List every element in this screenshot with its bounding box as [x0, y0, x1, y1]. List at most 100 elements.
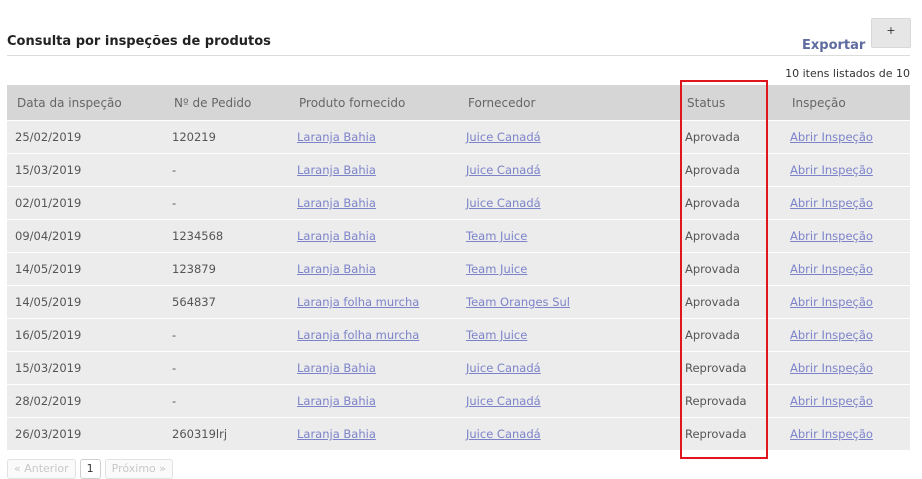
table-row: 14/05/2019 564837 Laranja folha murcha Team… — [7, 285, 910, 319]
product-link[interactable]: Laranja Bahia — [297, 130, 376, 144]
column-header-product[interactable]: Produto fornecido — [289, 85, 458, 121]
table-row: 15/03/2019- Laranja Bahia Juice Canadá Apro… — [7, 153, 910, 187]
column-header-date[interactable]: Data da inspeção — [7, 85, 164, 121]
product-link[interactable]: Laranja Bahia — [297, 163, 376, 177]
supplier-link[interactable]: Juice Canadá — [466, 130, 541, 144]
column-header-order[interactable]: Nº de Pedido — [164, 85, 289, 121]
inspection-date-cell: 02/01/2019 — [7, 186, 164, 220]
product-link[interactable]: Laranja Bahia — [297, 427, 376, 441]
open-inspection-link[interactable]: Abrir Inspeção — [790, 394, 873, 408]
product-link[interactable]: Laranja Bahia — [297, 262, 376, 276]
open-inspection-link[interactable]: Abrir Inspeção — [790, 163, 873, 177]
pagination: « Anterior 1 Próximo » — [7, 459, 173, 479]
open-inspection-cell: Abrir Inspeção — [782, 318, 910, 352]
supplier-cell: Juice Canadá — [458, 120, 677, 154]
product-cell: Laranja Bahia — [289, 384, 458, 418]
status-cell: Aprovada — [677, 252, 782, 286]
page-title: Consulta por inspeções de produtos — [7, 34, 271, 49]
supplier-link[interactable]: Juice Canadá — [466, 394, 541, 408]
table-row: 14/05/2019 123879 Laranja Bahia Team Juice A… — [7, 252, 910, 286]
inspection-date-cell: 16/05/2019 — [7, 318, 164, 352]
product-link[interactable]: Laranja folha murcha — [297, 295, 419, 309]
column-header-status[interactable]: Status — [677, 85, 782, 121]
supplier-cell: Team Juice — [458, 318, 677, 352]
open-inspection-cell: Abrir Inspeção — [782, 384, 910, 418]
supplier-link[interactable]: Juice Canadá — [466, 163, 541, 177]
open-inspection-cell: Abrir Inspeção — [782, 351, 910, 385]
supplier-cell: Juice Canadá — [458, 417, 677, 450]
inspection-date-cell: 09/04/2019 — [7, 219, 164, 253]
open-inspection-link[interactable]: Abrir Inspeção — [790, 328, 873, 342]
table-row: 28/02/2019- Laranja Bahia Juice Canadá Repr… — [7, 384, 910, 418]
order-number-cell: 120219 — [164, 120, 289, 154]
supplier-link[interactable]: Team Oranges Sul — [466, 295, 570, 309]
status-cell: Aprovada — [677, 219, 782, 253]
order-number-cell: 564837 — [164, 285, 289, 319]
table-row: 16/05/2019- Laranja folha murcha Team Juic… — [7, 318, 910, 352]
add-button[interactable]: + — [871, 18, 911, 48]
order-number-cell: - — [164, 153, 289, 187]
title-divider — [7, 55, 910, 56]
table-row: 15/03/2019- Laranja Bahia Juice Canadá Repr… — [7, 351, 910, 385]
current-page-button[interactable]: 1 — [79, 459, 101, 479]
column-header-inspection[interactable]: Inspeção — [782, 85, 910, 121]
product-cell: Laranja Bahia — [289, 153, 458, 187]
inspection-date-cell: 15/03/2019 — [7, 351, 164, 385]
supplier-link[interactable]: Juice Canadá — [466, 427, 541, 441]
status-cell: Reprovada — [677, 351, 782, 385]
supplier-link[interactable]: Team Juice — [466, 229, 527, 243]
supplier-cell: Juice Canadá — [458, 153, 677, 187]
status-cell: Aprovada — [677, 318, 782, 352]
product-link[interactable]: Laranja Bahia — [297, 196, 376, 210]
supplier-link[interactable]: Juice Canadá — [466, 196, 541, 210]
product-cell: Laranja Bahia — [289, 219, 458, 253]
items-count: 10 itens listados de 10 — [785, 67, 910, 80]
order-number-cell: - — [164, 384, 289, 418]
open-inspection-link[interactable]: Abrir Inspeção — [790, 427, 873, 441]
supplier-cell: Team Juice — [458, 252, 677, 286]
product-link[interactable]: Laranja Bahia — [297, 394, 376, 408]
open-inspection-cell: Abrir Inspeção — [782, 186, 910, 220]
status-cell: Aprovada — [677, 285, 782, 319]
table-row: 09/04/2019 1234568 Laranja Bahia Team Juice… — [7, 219, 910, 253]
open-inspection-cell: Abrir Inspeção — [782, 285, 910, 319]
open-inspection-cell: Abrir Inspeção — [782, 252, 910, 286]
open-inspection-link[interactable]: Abrir Inspeção — [790, 361, 873, 375]
supplier-cell: Juice Canadá — [458, 351, 677, 385]
next-page-button[interactable]: Próximo » — [104, 459, 173, 479]
open-inspection-link[interactable]: Abrir Inspeção — [790, 229, 873, 243]
status-cell: Aprovada — [677, 153, 782, 187]
open-inspection-link[interactable]: Abrir Inspeção — [790, 262, 873, 276]
order-number-cell: - — [164, 186, 289, 220]
inspection-date-cell: 28/02/2019 — [7, 384, 164, 418]
supplier-cell: Juice Canadá — [458, 384, 677, 418]
open-inspection-link[interactable]: Abrir Inspeção — [790, 295, 873, 309]
column-header-supplier[interactable]: Fornecedor — [458, 85, 677, 121]
product-link[interactable]: Laranja Bahia — [297, 229, 376, 243]
order-number-cell: - — [164, 351, 289, 385]
open-inspection-cell: Abrir Inspeção — [782, 153, 910, 187]
supplier-link[interactable]: Team Juice — [466, 262, 527, 276]
product-cell: Laranja Bahia — [289, 120, 458, 154]
product-cell: Laranja Bahia — [289, 351, 458, 385]
status-cell: Aprovada — [677, 120, 782, 154]
inspection-date-cell: 14/05/2019 — [7, 285, 164, 319]
product-link[interactable]: Laranja folha murcha — [297, 328, 419, 342]
table-row: 25/02/2019 120219 Laranja Bahia Juice Canad… — [7, 120, 910, 154]
status-cell: Reprovada — [677, 384, 782, 418]
inspection-date-cell: 14/05/2019 — [7, 252, 164, 286]
supplier-link[interactable]: Juice Canadá — [466, 361, 541, 375]
supplier-cell: Juice Canadá — [458, 186, 677, 220]
open-inspection-cell: Abrir Inspeção — [782, 417, 910, 450]
export-link[interactable]: Exportar — [802, 38, 865, 53]
product-cell: Laranja folha murcha — [289, 318, 458, 352]
product-link[interactable]: Laranja Bahia — [297, 361, 376, 375]
previous-page-button[interactable]: « Anterior — [7, 459, 76, 479]
supplier-cell: Team Oranges Sul — [458, 285, 677, 319]
open-inspection-link[interactable]: Abrir Inspeção — [790, 130, 873, 144]
product-cell: Laranja Bahia — [289, 186, 458, 220]
product-cell: Laranja Bahia — [289, 417, 458, 450]
supplier-link[interactable]: Team Juice — [466, 328, 527, 342]
open-inspection-link[interactable]: Abrir Inspeção — [790, 196, 873, 210]
product-cell: Laranja folha murcha — [289, 285, 458, 319]
